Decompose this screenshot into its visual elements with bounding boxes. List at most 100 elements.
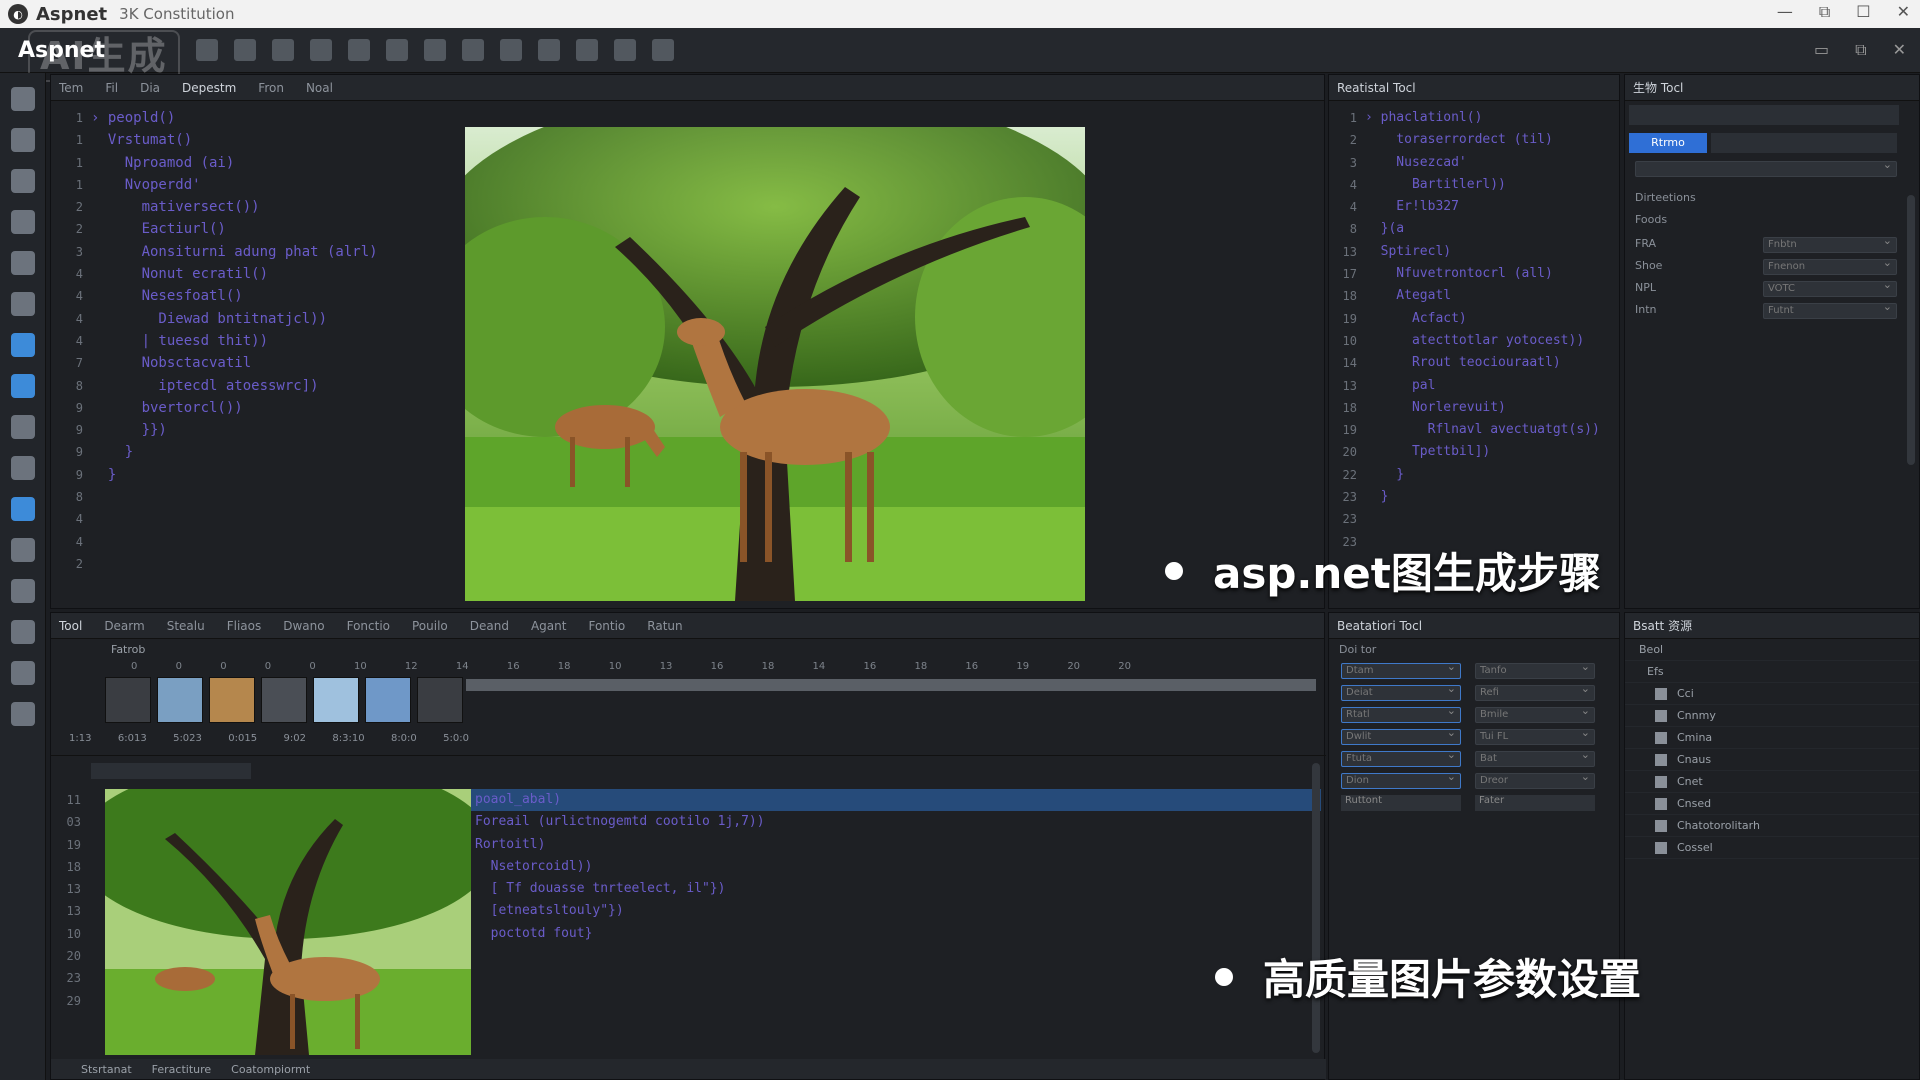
chart-icon[interactable] <box>234 39 256 61</box>
bottom-tab[interactable]: Agant <box>531 619 567 633</box>
document-icon[interactable] <box>614 39 636 61</box>
minimize-icon[interactable]: — <box>1777 2 1793 22</box>
pen-icon[interactable] <box>11 128 35 152</box>
bottom-tab[interactable]: Dwano <box>283 619 324 633</box>
thumbnail[interactable] <box>365 677 411 723</box>
bookmark-icon[interactable] <box>11 497 35 521</box>
run-button[interactable]: Rtrmo <box>1629 133 1707 153</box>
properties-scrollbar[interactable] <box>1907 195 1915 465</box>
monitor-icon[interactable] <box>11 374 35 398</box>
thumbnail[interactable] <box>105 677 151 723</box>
tree-folder[interactable]: Efs <box>1625 661 1919 683</box>
save-icon[interactable] <box>310 39 332 61</box>
toolbar-close-icon[interactable]: ✕ <box>1893 40 1906 60</box>
shoe-value[interactable]: Fnenon <box>1763 256 1897 275</box>
puzzle-icon[interactable] <box>11 210 35 234</box>
layers-icon[interactable] <box>11 169 35 193</box>
frame-icon[interactable] <box>652 39 674 61</box>
thumbnail[interactable] <box>313 677 359 723</box>
window-icon[interactable] <box>11 251 35 275</box>
tab-fron[interactable]: Fron <box>258 81 284 95</box>
brush-icon[interactable] <box>462 39 484 61</box>
bottom-tab[interactable]: Stealu <box>167 619 205 633</box>
inspector-right-field[interactable]: Bmile <box>1475 704 1595 723</box>
tab-noal[interactable]: Noal <box>306 81 333 95</box>
tab-tem[interactable]: Tem <box>59 81 83 95</box>
fra-value[interactable]: Fnbtn <box>1763 234 1897 253</box>
thumbnail[interactable] <box>261 677 307 723</box>
inspector-left-field[interactable]: Dwlit <box>1341 726 1461 745</box>
bottom-tab[interactable]: Fonctio <box>347 619 390 633</box>
bottom-code-editor[interactable]: poaol_abal) Foreail (urlictnogemtd cootil… <box>475 789 765 945</box>
tools-icon[interactable] <box>11 456 35 480</box>
restore-icon[interactable]: ⧉ <box>1819 2 1830 22</box>
bottom-tab[interactable]: Fontio <box>588 619 625 633</box>
inspector-left-field[interactable]: Dtam <box>1341 660 1461 679</box>
tree-item[interactable]: Cossel <box>1625 837 1919 859</box>
tree-item[interactable]: Cmina <box>1625 727 1919 749</box>
layout-icon[interactable]: ⧉ <box>1855 40 1866 60</box>
network-icon[interactable] <box>11 620 35 644</box>
file-icon[interactable] <box>386 39 408 61</box>
tree-root[interactable]: Beol <box>1625 639 1919 661</box>
stop-icon[interactable] <box>196 39 218 61</box>
code-editor[interactable]: › peopld() Vrstumat() Nproamod (ai) Nvop… <box>91 107 378 486</box>
thumbnail[interactable] <box>417 677 463 723</box>
inspector-right-field[interactable]: Tui FL <box>1475 726 1595 745</box>
bottom-tab[interactable]: Dearm <box>104 619 144 633</box>
code-line: Ategatl <box>1365 288 1452 304</box>
inspector-right-field[interactable]: Dreor <box>1475 770 1595 789</box>
tab-depestm[interactable]: Depestm <box>182 81 236 95</box>
npl-value[interactable]: VOTC <box>1763 278 1897 297</box>
thumbnail[interactable] <box>157 677 203 723</box>
target-icon[interactable] <box>576 39 598 61</box>
wrench-icon[interactable] <box>11 415 35 439</box>
status-tab[interactable]: Stsrtanat <box>81 1063 132 1076</box>
ruler-tick: 10 <box>608 661 622 672</box>
maximize-icon[interactable]: ☐ <box>1856 2 1870 22</box>
stack-icon[interactable] <box>11 292 35 316</box>
tree-item[interactable]: Cnaus <box>1625 749 1919 771</box>
bottom-tab[interactable]: Fliaos <box>227 619 262 633</box>
status-tab[interactable]: Feractiture <box>152 1063 212 1076</box>
timeline-scrub-bar[interactable] <box>466 679 1316 691</box>
intn-value[interactable]: Futnt <box>1763 300 1897 319</box>
inspector-left-field[interactable]: Rtatl <box>1341 704 1461 723</box>
tree-item[interactable]: Cnsed <box>1625 793 1919 815</box>
settings-icon[interactable] <box>11 702 35 726</box>
right-code-editor[interactable]: › phaclationl() toraserrordect (til) Nus… <box>1365 107 1600 508</box>
inspector-left-field[interactable]: Deiat <box>1341 682 1461 701</box>
tab-fil[interactable]: Fil <box>105 81 118 95</box>
tree-item[interactable]: Chatotorolitarh <box>1625 815 1919 837</box>
close-icon[interactable]: ✕ <box>1897 2 1910 22</box>
inspector-right-field[interactable]: Bat <box>1475 748 1595 767</box>
tree-item[interactable]: Cci <box>1625 683 1919 705</box>
bar-chart-icon[interactable] <box>500 39 522 61</box>
properties-select[interactable] <box>1635 158 1897 177</box>
bottom-tab[interactable]: Pouilo <box>412 619 448 633</box>
plus-icon[interactable] <box>424 39 446 61</box>
bottom-tab[interactable]: Deand <box>470 619 509 633</box>
sync-icon[interactable] <box>11 661 35 685</box>
home-icon[interactable] <box>11 87 35 111</box>
tree-item[interactable]: Cnet <box>1625 771 1919 793</box>
bottom-scrollbar[interactable] <box>1312 763 1320 1053</box>
status-tab[interactable]: Coatompiormt <box>231 1063 310 1076</box>
refresh-icon[interactable] <box>538 39 560 61</box>
inspector-left-field[interactable]: Ftuta <box>1341 748 1461 767</box>
grid-icon[interactable] <box>348 39 370 61</box>
tab-dia[interactable]: Dia <box>140 81 160 95</box>
panel-toggle-icon[interactable]: ▭ <box>1814 40 1829 60</box>
bottom-tab[interactable]: Tool <box>59 619 82 633</box>
thumbnail[interactable] <box>209 677 255 723</box>
inspector-right-field[interactable]: Tanfo <box>1475 660 1595 679</box>
user-icon[interactable] <box>11 538 35 562</box>
box-icon[interactable] <box>11 579 35 603</box>
bottom-tab[interactable]: Ratun <box>647 619 682 633</box>
image-icon[interactable] <box>11 333 35 357</box>
inspector-right-field[interactable]: Refi <box>1475 682 1595 701</box>
bracket-icon[interactable] <box>272 39 294 61</box>
inspector-left-field[interactable]: Dion <box>1341 770 1461 789</box>
code-line: Nfuvetrontocrl (all) <box>1365 266 1553 282</box>
tree-item[interactable]: Cnnmy <box>1625 705 1919 727</box>
